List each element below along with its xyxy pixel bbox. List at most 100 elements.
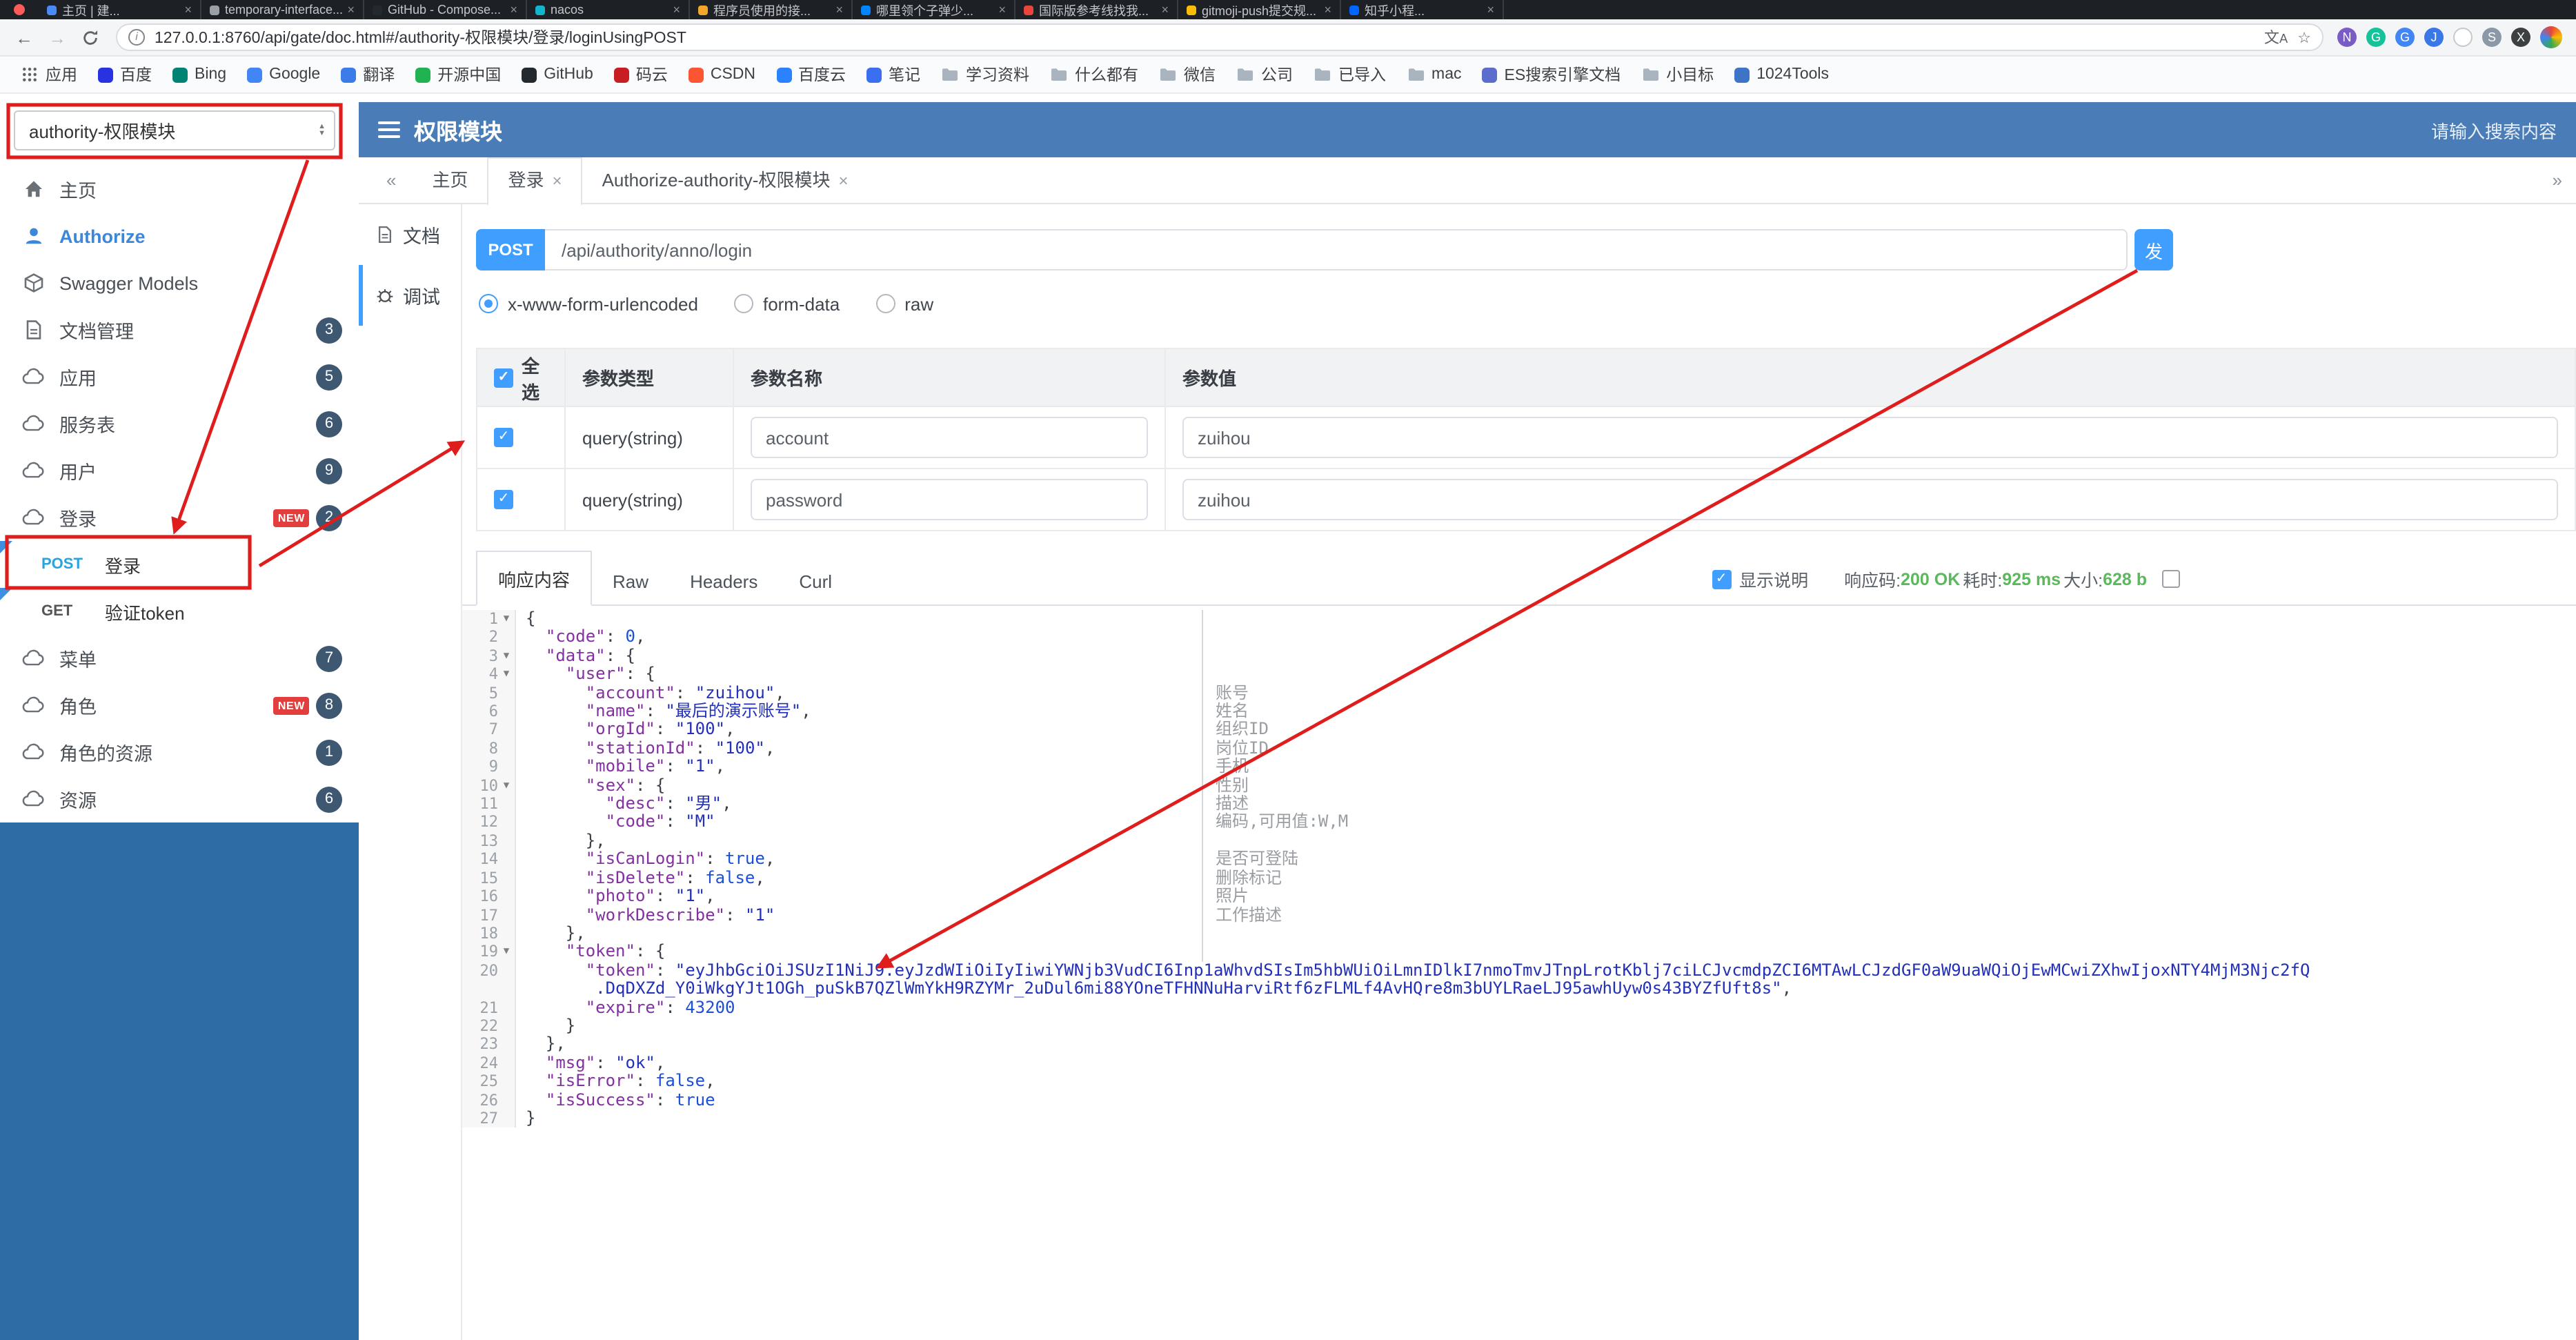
back-button[interactable]: ← xyxy=(15,27,33,48)
tab-close-icon[interactable]: × xyxy=(1161,3,1169,17)
bookmark-item[interactable]: CSDN xyxy=(679,62,765,87)
bookmark-item[interactable]: 已导入 xyxy=(1304,59,1396,90)
collapse-tabs-icon[interactable]: « xyxy=(386,170,396,190)
bookmark-item[interactable]: 小目标 xyxy=(1632,59,1723,90)
sidebar-item[interactable]: 文档管理 3 xyxy=(0,306,359,353)
circle-extension-icon[interactable] xyxy=(2453,28,2473,47)
bookmark-item[interactable]: 1024Tools xyxy=(1725,62,1839,87)
browser-tab[interactable]: 主页 | 建... × xyxy=(39,0,201,19)
browser-tab[interactable]: 哪里领个子弹少... × xyxy=(853,0,1015,19)
bookmark-item[interactable]: ES搜索引擎文档 xyxy=(1473,59,1631,90)
content-type-radio[interactable]: x-www-form-urlencoded xyxy=(479,293,698,314)
sidebar-item[interactable]: Authorize xyxy=(0,213,359,259)
response-tab[interactable]: Raw xyxy=(592,558,669,604)
sidebar-item[interactable]: 菜单 7 xyxy=(0,635,359,682)
sidebar-item[interactable]: 登录 NEW 2 xyxy=(0,494,359,541)
content-tab[interactable]: 登录 × xyxy=(487,157,583,205)
sidebar-item[interactable]: 角色 NEW 8 xyxy=(0,682,359,729)
bookmark-item[interactable]: Google xyxy=(237,62,330,87)
response-tab[interactable]: Curl xyxy=(778,558,853,604)
fold-icon[interactable]: ▼ xyxy=(498,647,516,666)
translate-icon[interactable]: 文A xyxy=(2264,26,2288,48)
bookmark-item[interactable]: mac xyxy=(1397,62,1471,87)
site-info-icon[interactable]: i xyxy=(128,29,145,46)
menu-icon[interactable] xyxy=(378,121,400,138)
request-url-input[interactable] xyxy=(545,229,2128,270)
google-account-icon[interactable]: G xyxy=(2395,28,2415,47)
content-type-radio[interactable]: raw xyxy=(875,293,933,314)
browser-tab[interactable]: nacos × xyxy=(527,0,690,19)
send-button[interactable]: 发 xyxy=(2134,229,2173,270)
sidebar-item[interactable]: 应用 5 xyxy=(0,353,359,400)
bookmark-item[interactable]: 开源中国 xyxy=(406,59,511,90)
pinned-extension-icon[interactable]: X xyxy=(2511,28,2530,47)
profile-avatar[interactable] xyxy=(2540,26,2562,48)
show-description-checkbox[interactable]: ✓ xyxy=(1712,569,1732,589)
bookmark-item[interactable]: Bing xyxy=(163,62,236,87)
bookmark-item[interactable]: 码云 xyxy=(604,59,677,90)
sidebar-item[interactable]: 服务表 6 xyxy=(0,400,359,447)
shield-extension-icon[interactable]: S xyxy=(2482,28,2501,47)
param-value-input[interactable] xyxy=(1182,417,2558,458)
doc-nav-item[interactable]: 调试 xyxy=(359,265,461,326)
bookmark-item[interactable]: 笔记 xyxy=(857,59,930,90)
bookmark-item[interactable]: 百度 xyxy=(88,59,161,90)
onenote-extension-icon[interactable]: N xyxy=(2337,28,2357,47)
tab-close-icon[interactable]: × xyxy=(510,3,517,17)
response-tab[interactable]: Headers xyxy=(669,558,778,604)
sidebar-item[interactable]: 角色的资源 1 xyxy=(0,729,359,776)
content-tab[interactable]: 主页 xyxy=(413,157,487,204)
content-type-radio[interactable]: form-data xyxy=(733,293,840,314)
tab-close-icon[interactable]: × xyxy=(553,159,562,203)
tab-close-icon[interactable]: × xyxy=(1487,3,1494,17)
grammarly-extension-icon[interactable]: G xyxy=(2366,28,2386,47)
url-text[interactable]: 127.0.0.1:8760/api/gate/doc.html#/author… xyxy=(155,26,2255,48)
fold-icon[interactable]: ▼ xyxy=(498,665,516,684)
bookmark-item[interactable]: 微信 xyxy=(1149,59,1225,90)
json-viewer-extension-icon[interactable]: J xyxy=(2424,28,2444,47)
bookmark-item[interactable]: 应用 xyxy=(11,59,87,90)
browser-tab[interactable]: 程序员使用的接... × xyxy=(690,0,853,19)
tab-close-icon[interactable]: × xyxy=(838,158,848,202)
sidebar-endpoint-post[interactable]: POST 登录 xyxy=(0,541,359,588)
bookmark-star-icon[interactable]: ☆ xyxy=(2297,28,2311,46)
sidebar-item[interactable]: 资源 6 xyxy=(0,776,359,822)
tab-close-icon[interactable]: × xyxy=(347,3,355,17)
address-bar[interactable]: i 127.0.0.1:8760/api/gate/doc.html#/auth… xyxy=(116,23,2324,51)
fold-icon[interactable]: ▼ xyxy=(498,610,516,629)
forward-button[interactable]: → xyxy=(48,27,66,48)
bookmark-item[interactable]: 什么都有 xyxy=(1040,59,1148,90)
fold-icon[interactable]: ▼ xyxy=(498,943,516,962)
browser-tab[interactable]: 知乎小程... × xyxy=(1341,0,1504,19)
sidebar-item[interactable]: 用户 9 xyxy=(0,447,359,494)
doc-nav-item[interactable]: 文档 xyxy=(359,204,461,265)
tab-close-icon[interactable]: × xyxy=(835,3,843,17)
bookmark-item[interactable]: 公司 xyxy=(1227,59,1302,90)
bookmark-item[interactable]: 百度云 xyxy=(766,59,855,90)
sidebar-item[interactable]: 主页 xyxy=(0,166,359,213)
param-name-input[interactable] xyxy=(751,479,1148,520)
tab-close-icon[interactable]: × xyxy=(1324,3,1331,17)
window-close-button[interactable] xyxy=(14,4,25,15)
browser-tab[interactable]: temporary-interface... × xyxy=(201,0,364,19)
reload-button[interactable] xyxy=(81,28,99,46)
row-checkbox[interactable]: ✓ xyxy=(494,428,513,447)
browser-tab[interactable]: gitmoji-push提交规... × xyxy=(1178,0,1341,19)
tab-close-icon[interactable]: × xyxy=(673,3,680,17)
header-search-input[interactable]: 请输入搜索内容 xyxy=(2431,117,2557,143)
param-name-input[interactable] xyxy=(751,417,1148,458)
param-value-input[interactable] xyxy=(1182,479,2558,520)
content-tab[interactable]: Authorize-authority-权限模块 × xyxy=(583,157,868,204)
module-select[interactable]: authority-权限模块 ▲ ▼ xyxy=(14,110,335,150)
browser-tab[interactable]: 国际版参考线找我... × xyxy=(1015,0,1178,19)
fullscreen-icon[interactable] xyxy=(2162,570,2180,588)
browser-tab[interactable]: GitHub - Compose... × xyxy=(364,0,527,19)
bookmark-item[interactable]: 学习资料 xyxy=(931,59,1039,90)
select-all-checkbox[interactable]: ✓ xyxy=(494,368,513,387)
tab-close-icon[interactable]: × xyxy=(998,3,1006,17)
sidebar-endpoint-get[interactable]: GET 验证token xyxy=(0,588,359,635)
expand-tabs-icon[interactable]: » xyxy=(2553,170,2562,190)
fold-icon[interactable]: ▼ xyxy=(498,776,516,796)
row-checkbox[interactable]: ✓ xyxy=(494,490,513,509)
sidebar-item[interactable]: Swagger Models xyxy=(0,259,359,306)
